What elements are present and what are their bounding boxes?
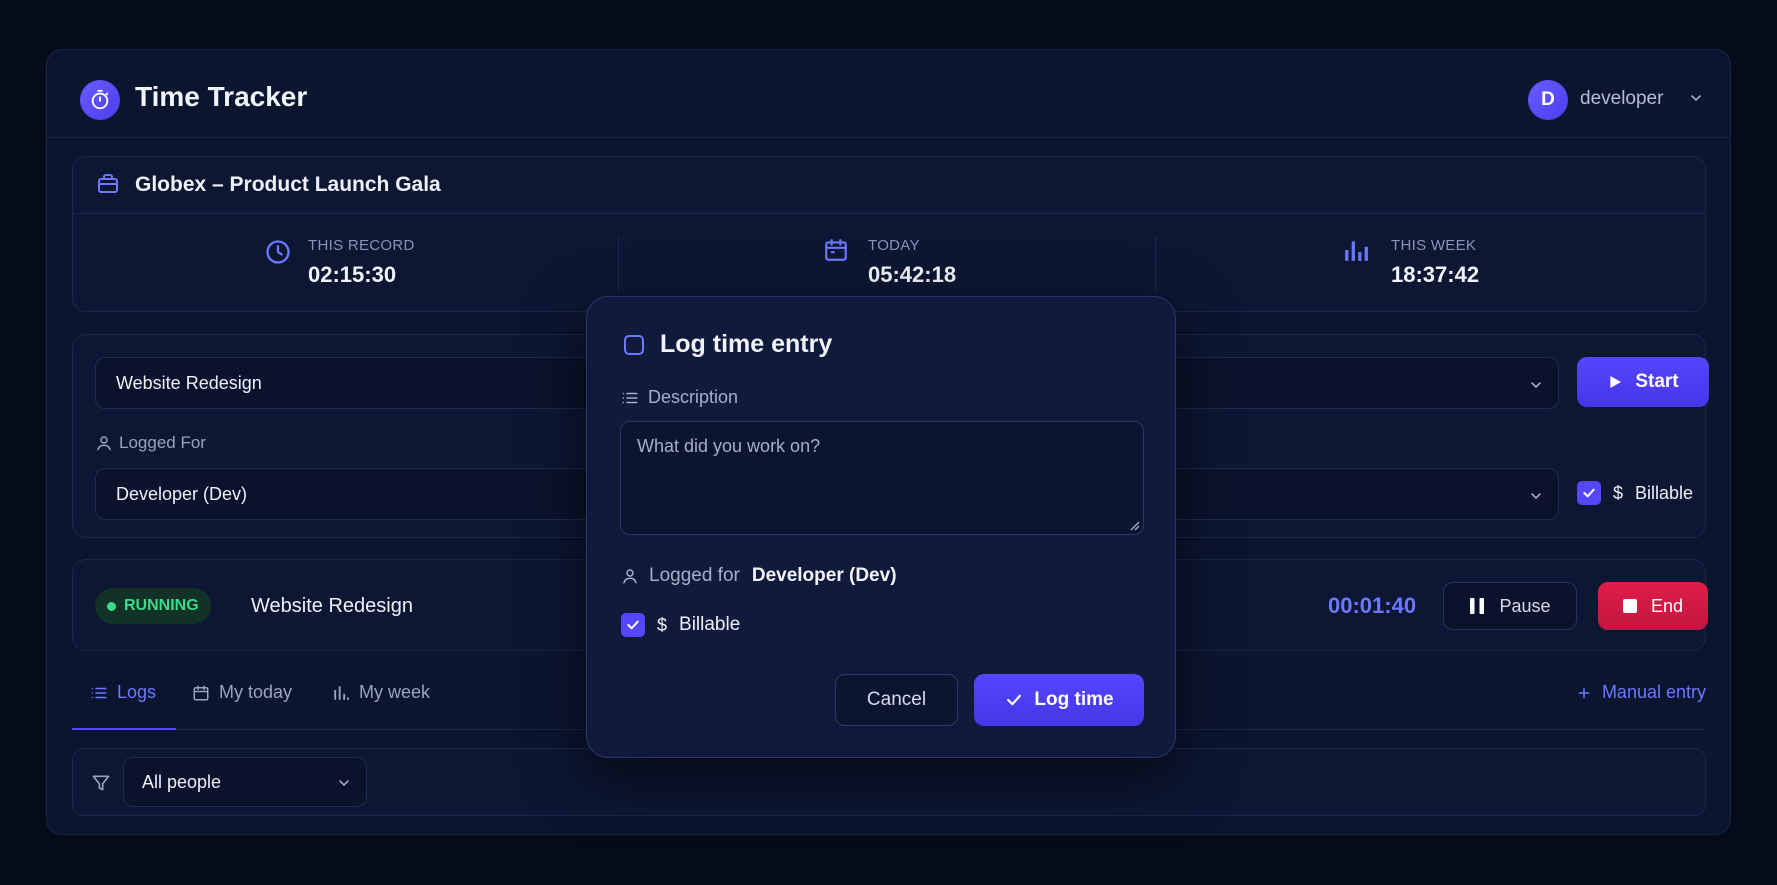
- filter-icon: [91, 773, 111, 798]
- log-time-modal: Log time entry Description What did you …: [586, 296, 1176, 758]
- dollar-icon: $: [1613, 482, 1624, 503]
- filter-bar: All people: [72, 748, 1706, 816]
- pause-icon: [1470, 598, 1485, 614]
- tab-logs[interactable]: Logs: [90, 682, 156, 703]
- user-name[interactable]: developer: [1580, 88, 1663, 110]
- list-icon: [622, 392, 638, 403]
- divider: [618, 236, 619, 292]
- modal-billable-label: Billable: [679, 614, 741, 635]
- running-task-title: Website Redesign: [251, 595, 413, 617]
- stat-label-this-week: THIS WEEK: [1391, 237, 1477, 254]
- description-label-text: Description: [648, 387, 739, 407]
- check-icon: [1007, 694, 1022, 706]
- description-textarea[interactable]: What did you work on?: [620, 421, 1144, 535]
- status-badge-label: RUNNING: [124, 597, 199, 614]
- stat-value-today: 05:42:18: [868, 262, 957, 287]
- end-button-label: End: [1650, 595, 1684, 616]
- people-filter-value: All people: [142, 772, 222, 792]
- app-header: Time Tracker D developer: [47, 50, 1730, 138]
- entry-icon: [624, 335, 644, 355]
- billable-label: Billable: [1635, 482, 1694, 503]
- user-icon: [97, 436, 111, 451]
- chevron-down-icon[interactable]: [1688, 90, 1704, 111]
- people-filter-select[interactable]: All people: [123, 757, 367, 807]
- description-placeholder: What did you work on?: [637, 436, 821, 456]
- manual-entry-label: Manual entry: [1601, 682, 1706, 702]
- manual-entry-button[interactable]: Manual entry: [1576, 682, 1706, 703]
- task-select-value: Website Redesign: [116, 373, 262, 393]
- dollar-icon: $: [657, 614, 668, 635]
- resize-handle-icon[interactable]: [1128, 519, 1140, 531]
- modal-logged-for: Logged for Developer (Dev): [621, 565, 897, 587]
- stat-label-today: TODAY: [868, 237, 920, 254]
- logged-for-label: Logged For: [95, 433, 206, 453]
- modal-title: Log time entry: [660, 330, 833, 358]
- project-summary-card: Globex – Product Launch Gala THIS RECORD…: [72, 156, 1706, 312]
- calendar-icon: [193, 685, 209, 700]
- status-badge: RUNNING: [95, 588, 211, 624]
- list-icon: [91, 687, 107, 698]
- modal-billable-checkbox[interactable]: [621, 613, 645, 637]
- stop-icon: [1622, 599, 1637, 613]
- bar-chart-icon: [334, 685, 349, 700]
- modal-logged-for-value: Developer (Dev): [751, 565, 897, 586]
- start-button[interactable]: Start: [1577, 357, 1709, 407]
- pause-button-label: Pause: [1499, 595, 1551, 616]
- log-time-button-label: Log time: [1034, 689, 1114, 710]
- briefcase-icon: [96, 172, 120, 201]
- end-button[interactable]: End: [1598, 582, 1708, 630]
- avatar[interactable]: D: [1528, 80, 1568, 120]
- tab-my-today[interactable]: My today: [192, 682, 292, 703]
- stat-label-this-record: THIS RECORD: [308, 237, 415, 254]
- play-icon: [1610, 376, 1622, 388]
- log-time-button[interactable]: Log time: [974, 674, 1144, 726]
- app-title: Time Tracker: [135, 81, 308, 112]
- tab-logs-label: Logs: [117, 682, 157, 702]
- plus-icon: [1578, 687, 1590, 698]
- tab-my-today-label: My today: [219, 682, 293, 702]
- running-timer: 00:01:40: [1328, 593, 1417, 618]
- clock-icon: [264, 238, 292, 271]
- user-icon: [623, 569, 637, 584]
- stat-value-this-record: 02:15:30: [308, 262, 397, 287]
- logged-for-select-value: Developer (Dev): [116, 484, 248, 504]
- description-label: Description: [621, 387, 738, 408]
- logged-for-label-text: Logged For: [119, 433, 206, 452]
- tab-my-week-label: My week: [359, 682, 431, 702]
- cancel-button[interactable]: Cancel: [835, 674, 958, 726]
- modal-billable-toggle[interactable]: $ Billable: [621, 613, 740, 637]
- chevron-down-icon: [336, 775, 352, 796]
- pause-button[interactable]: Pause: [1443, 582, 1577, 630]
- billable-toggle[interactable]: $ Billable: [1577, 481, 1693, 505]
- bar-chart-icon: [1343, 237, 1369, 268]
- chevron-down-icon: [1528, 488, 1544, 509]
- start-button-label: Start: [1635, 371, 1679, 392]
- divider: [1155, 236, 1156, 292]
- billable-checkbox[interactable]: [1577, 481, 1601, 505]
- calendar-icon: [823, 237, 849, 268]
- project-name: Globex – Product Launch Gala: [135, 173, 441, 196]
- modal-logged-for-label: Logged for: [649, 565, 740, 586]
- stopwatch-icon: [80, 80, 120, 120]
- tab-my-week[interactable]: My week: [332, 682, 430, 703]
- active-tab-indicator: [72, 728, 176, 730]
- chevron-down-icon: [1528, 377, 1544, 398]
- stat-value-this-week: 18:37:42: [1391, 262, 1480, 287]
- status-dot: [107, 601, 116, 611]
